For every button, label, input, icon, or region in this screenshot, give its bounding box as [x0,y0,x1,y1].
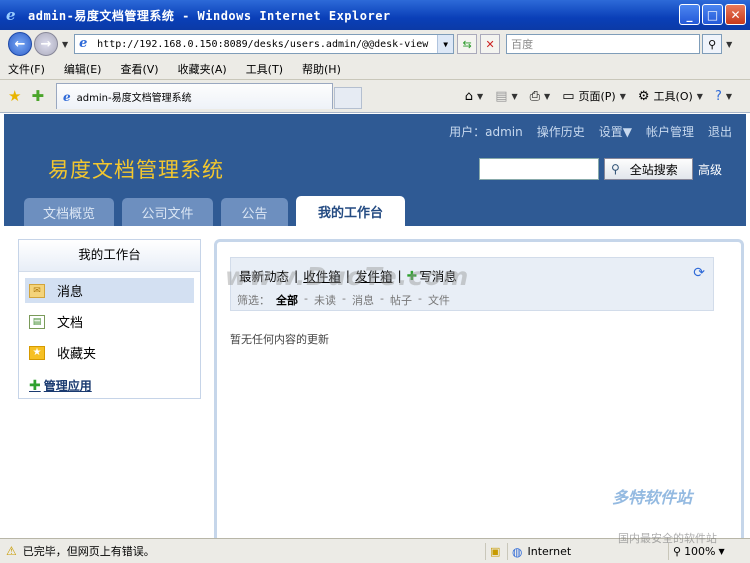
web-page: 用户：admin 操作历史 设置▼ 帐户管理 退出 易度文档管理系统 ⚲ 全站搜… [4,114,746,538]
sidebar-item-label: 消息 [57,285,84,300]
site-search: ⚲ 全站搜索 高级 [479,158,722,180]
globe-icon: ◍ [512,544,523,559]
print-icon[interactable]: ⎙ [530,89,540,104]
warning-icon[interactable]: ⚠ [6,544,17,558]
site-title: 易度文档管理系统 [48,158,224,182]
home-icon[interactable]: ⌂ [465,89,473,104]
history-dropdown-icon[interactable]: ▼ [62,40,68,49]
protected-mode-icon: ▣ [485,543,507,560]
user-name-link[interactable]: admin [485,125,523,139]
corner-watermark-sub: 国内最安全的软件站 [618,532,717,545]
sidebar-item-documents[interactable]: ▤ 文档 [25,309,194,334]
user-label: 用户： [449,125,486,139]
watermark-text: www.DuoTe.com [225,262,470,291]
filter-label: 筛选： [237,294,270,307]
advanced-search-link[interactable]: 高级 [698,161,722,178]
filter-bar: 筛选： 全部 - 未读 - 消息 - 帖子 - 文件 [237,292,450,308]
sidebar-heading: 我的工作台 [19,240,200,272]
filter-files[interactable]: 文件 [428,292,450,308]
zoom-dropdown-icon[interactable]: ▼ [719,547,725,556]
site-search-label: 全站搜索 [629,162,678,177]
account-link[interactable]: 帐户管理 [646,123,694,140]
sidebar-item-messages[interactable]: ✉ 消息 [25,278,194,303]
search-input[interactable]: 百度 [506,34,701,54]
status-text: 已完毕，但网页上有错误。 [22,545,155,558]
sidebar-item-label: 文档 [57,316,84,331]
page-icon: e [79,36,88,51]
corner-watermark-logo: 多特软件站 [612,488,693,507]
history-link[interactable]: 操作历史 [537,123,585,140]
browser-tab[interactable]: e admin-易度文档管理系统 [56,83,334,109]
user-nav: 用户：admin 操作历史 设置▼ 帐户管理 退出 [449,123,732,140]
settings-link[interactable]: 设置▼ [599,123,632,140]
search-placeholder: 百度 [511,38,534,51]
sidebar-item-label: 收藏夹 [57,347,97,362]
site-header: 用户：admin 操作历史 设置▼ 帐户管理 退出 易度文档管理系统 ⚲ 全站搜… [4,114,746,226]
tools-gear-icon: ⚙ [637,88,650,104]
menu-help[interactable]: 帮助(H) [302,61,341,77]
feeds-icon[interactable]: ▤ [495,89,507,104]
address-toolbar: ← → ▼ e http://192.168.0.150:8089/desks/… [0,30,750,58]
ie-logo-icon: e [6,6,16,24]
zoom-level: 100% [684,545,716,558]
envelope-icon: ✉ [29,283,45,298]
tab-my-workbench[interactable]: 我的工作台 [296,196,405,226]
tab-document-overview[interactable]: 文档概览 [24,198,114,226]
tab-page-icon: e [63,89,71,104]
site-nav-tabs: 文档概览 公司文件 公告 我的工作台 [24,196,405,226]
menu-bar: 文件(F) 编辑(E) 查看(V) 收藏夹(A) 工具(T) 帮助(H) [0,58,750,80]
zone-label: Internet [527,545,572,558]
manage-apps-link[interactable]: ✚ 管理应用 [29,377,200,394]
browser-tab-title: admin-易度文档管理系统 [76,93,192,104]
menu-edit[interactable]: 编辑(E) [64,61,102,77]
help-icon[interactable]: ? [715,89,722,104]
window-titlebar: e admin-易度文档管理系统 - Windows Internet Expl… [0,0,750,30]
filter-unread[interactable]: 未读 [314,292,336,308]
search-options-icon[interactable]: ▼ [726,40,732,49]
zoom-icon: ⚲ [673,545,682,558]
close-button[interactable]: ✕ [725,4,746,25]
address-text: http://192.168.0.150:8089/desks/users.ad… [97,38,429,50]
filter-posts[interactable]: 帖子 [390,292,412,308]
refresh-icon[interactable]: ⟳ [693,265,705,281]
address-field[interactable]: e http://192.168.0.150:8089/desks/users.… [74,34,455,54]
menu-tools[interactable]: 工具(T) [246,61,283,77]
tools-menu[interactable]: 工具(O) [654,88,693,104]
page-menu[interactable]: 页面(P) [579,88,616,104]
refresh-icon[interactable]: ⇆ [457,34,478,54]
stop-icon[interactable]: ✕ [480,34,501,54]
logout-link[interactable]: 退出 [708,123,732,140]
minimize-button[interactable]: _ [679,4,700,25]
site-search-button[interactable]: ⚲ 全站搜索 [604,158,693,180]
filter-messages[interactable]: 消息 [352,292,374,308]
plus-icon: ✚ [29,377,41,394]
star-icon: ★ [29,345,45,360]
forward-button[interactable]: → [34,32,58,56]
add-favorite-icon[interactable]: ✚ [31,87,44,105]
address-dropdown-icon[interactable]: ▼ [437,35,454,53]
favorites-star-icon[interactable]: ★ [8,87,21,105]
page-menu-icon: ▭ [562,88,575,104]
empty-state-text: 暂无任何内容的更新 [230,333,329,346]
maximize-button[interactable]: □ [702,4,723,25]
site-search-input[interactable] [479,158,599,180]
tab-bar: ★ ✚ e admin-易度文档管理系统 ⌂ ▼ ▤ ▼ ⎙ ▼ ▭ 页面(P) ▼ ⚙… [0,80,750,113]
new-tab-button[interactable] [334,87,363,109]
manage-apps-label: 管理应用 [43,379,92,393]
magnifier-icon: ⚲ [611,162,620,176]
window-title: admin-易度文档管理系统 - Windows Internet Explor… [28,8,391,23]
menu-view[interactable]: 查看(V) [120,61,158,77]
document-icon: ▤ [29,314,45,329]
menu-favorites[interactable]: 收藏夹(A) [178,61,227,77]
back-button[interactable]: ← [8,32,32,56]
sidebar-item-favorites[interactable]: ★ 收藏夹 [25,340,194,365]
filter-all[interactable]: 全部 [276,292,298,308]
workbench-sidebar: 我的工作台 ✉ 消息 ▤ 文档 ★ 收藏夹 ✚ 管理应用 [18,239,201,399]
search-icon[interactable]: ⚲ [702,34,723,54]
menu-file[interactable]: 文件(F) [8,61,45,77]
tab-announcements[interactable]: 公告 [221,198,288,226]
tab-company-files[interactable]: 公司文件 [122,198,213,226]
